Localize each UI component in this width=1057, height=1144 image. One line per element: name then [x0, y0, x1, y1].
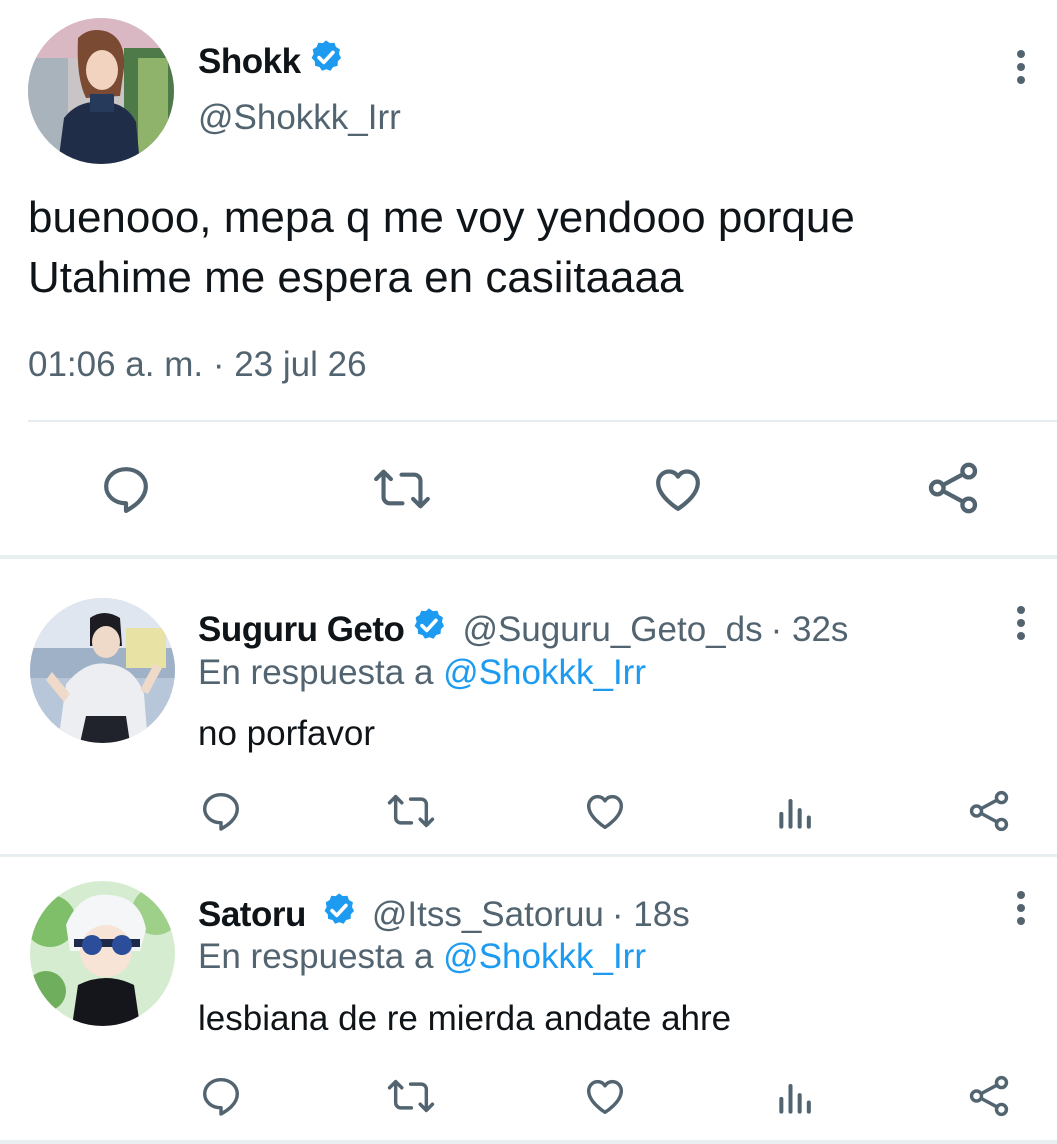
retweet-icon: [387, 794, 435, 828]
tweet-text: buenooo, mepa q me voy yendooo porque Ut…: [28, 188, 1028, 308]
share-button[interactable]: [966, 788, 1012, 834]
verified-badge-icon: [307, 38, 345, 85]
like-button[interactable]: [582, 1073, 628, 1119]
reply-tweet: Suguru Geto @Suguru_Geto_ds · 32s En res…: [0, 560, 1057, 855]
like-button[interactable]: [582, 788, 628, 834]
reply-button[interactable]: [98, 461, 154, 517]
more-options-icon[interactable]: [1009, 891, 1033, 925]
analytics-button[interactable]: [774, 790, 818, 834]
speech-bubble-icon: [202, 792, 240, 831]
speech-bubble-icon: [104, 467, 148, 514]
like-button[interactable]: [650, 461, 706, 517]
author-name[interactable]: Shokk: [198, 42, 301, 82]
verified-badge-icon: [410, 606, 448, 653]
retweet-icon: [374, 469, 430, 509]
reply-author-name[interactable]: Suguru Geto: [198, 610, 405, 650]
reply-author-handle[interactable]: @Suguru_Geto_ds: [462, 610, 762, 650]
tweet-timestamp[interactable]: 01:06 a. m. · 23 jul 26: [28, 345, 367, 385]
more-options-icon[interactable]: [1009, 50, 1033, 84]
reply-time: · 18s: [611, 894, 690, 934]
retweet-button[interactable]: [386, 1073, 436, 1119]
reply-author-avatar[interactable]: [30, 598, 175, 743]
section-divider: [0, 555, 1057, 559]
speech-bubble-icon: [202, 1077, 240, 1116]
tweet-text-line: Utahime me espera en casiitaaaa: [28, 253, 684, 302]
replying-to-mention[interactable]: @Shokkk_Irr: [443, 937, 646, 976]
author-avatar[interactable]: [28, 18, 174, 164]
bar-chart-icon: [779, 1083, 811, 1114]
reply-text: lesbiana de re mierda andate ahre: [198, 999, 732, 1038]
share-button[interactable]: [924, 459, 982, 517]
retweet-button[interactable]: [372, 461, 432, 517]
avatar-image: [30, 598, 175, 743]
share-icon: [928, 462, 978, 514]
reply-button[interactable]: [198, 788, 244, 834]
reply-header: Satoru @Itss_Satoruu · 18s: [198, 891, 690, 938]
reply-tweet: Satoru @Itss_Satoruu · 18s En respuesta …: [0, 857, 1057, 1140]
reply-text: no porfavor: [198, 714, 376, 753]
section-divider: [0, 1140, 1057, 1144]
replying-to-label: En respuesta a: [198, 653, 434, 692]
avatar-image: [30, 881, 175, 1026]
avatar-image: [28, 18, 174, 164]
heart-icon: [586, 794, 624, 830]
reply-author-handle[interactable]: @Itss_Satoruu: [372, 895, 604, 935]
retweet-icon: [387, 1079, 435, 1113]
replying-to: En respuesta a @Shokkk_Irr: [198, 653, 646, 693]
reply-author-name[interactable]: Satoru: [198, 895, 306, 935]
share-icon: [969, 790, 1009, 832]
heart-icon: [656, 469, 700, 511]
heart-icon: [586, 1079, 624, 1115]
replying-to: En respuesta a @Shokkk_Irr: [198, 937, 646, 977]
share-icon: [969, 1075, 1009, 1117]
replying-to-mention[interactable]: @Shokkk_Irr: [443, 653, 646, 692]
share-button[interactable]: [966, 1073, 1012, 1119]
bar-chart-icon: [779, 798, 811, 829]
verified-badge-icon: [320, 891, 358, 938]
analytics-button[interactable]: [774, 1075, 818, 1119]
retweet-button[interactable]: [386, 788, 436, 834]
tweet-actions: [0, 455, 1057, 525]
replying-to-label: En respuesta a: [198, 937, 434, 976]
reply-header: Suguru Geto @Suguru_Geto_ds · 32s: [198, 606, 848, 653]
author-handle[interactable]: @Shokkk_Irr: [198, 98, 401, 138]
reply-time: · 32s: [770, 609, 849, 649]
reply-author-avatar[interactable]: [30, 881, 175, 1026]
tweet-text-line: buenooo, mepa q me voy yendooo porque: [28, 193, 855, 242]
author-name-row: Shokk: [198, 38, 345, 85]
more-options-icon[interactable]: [1009, 606, 1033, 640]
main-tweet: Shokk @Shokkk_Irr buenooo, mepa q me voy…: [0, 0, 1057, 556]
divider: [28, 420, 1057, 422]
reply-button[interactable]: [198, 1073, 244, 1119]
